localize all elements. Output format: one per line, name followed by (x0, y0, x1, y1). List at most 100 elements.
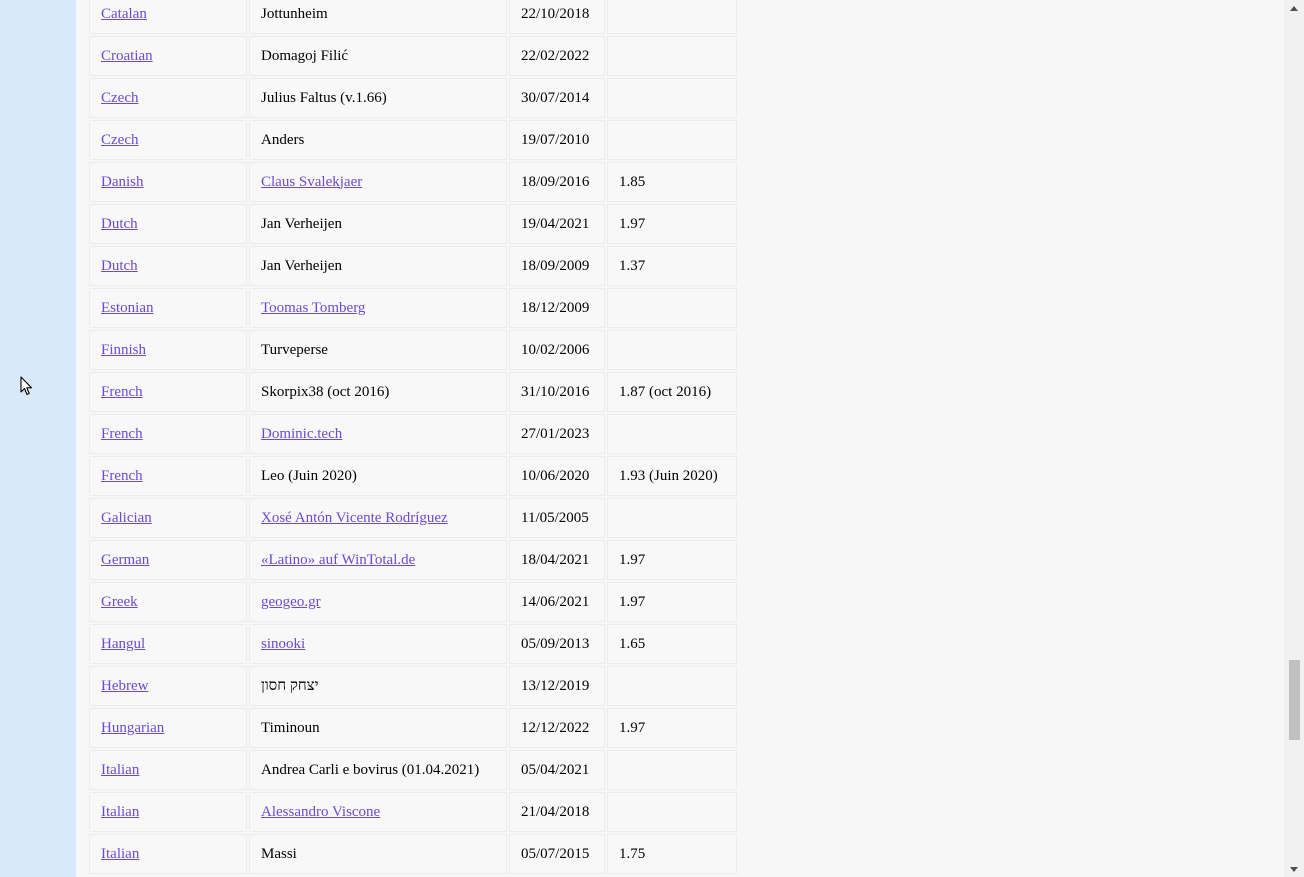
language-link[interactable]: Danish (101, 174, 144, 190)
translator-cell: Toomas Tomberg (249, 288, 507, 328)
language-link[interactable]: Italian (101, 846, 139, 862)
language-link[interactable]: Czech (101, 90, 138, 106)
translator-link[interactable]: Alessandro Viscone (261, 804, 380, 820)
language-link[interactable]: Finnish (101, 342, 146, 358)
date-cell: 18/12/2009 (509, 288, 605, 328)
table-row: Finnish Turveperse 10/02/2006 (89, 330, 737, 370)
date-cell: 21/04/2018 (509, 792, 605, 832)
table-row: Galician Xosé Antón Vicente Rodríguez 11/0… (89, 498, 737, 538)
version-cell: 1.97 (607, 582, 737, 622)
language-link[interactable]: French (101, 468, 143, 484)
mouse-pointer-icon (20, 376, 33, 396)
language-link[interactable]: Hungarian (101, 720, 164, 736)
translator-cell: Turveperse (249, 330, 507, 370)
language-link[interactable]: French (101, 426, 143, 442)
table-row: Croatian Domagoj Filić 22/02/2022 (89, 36, 737, 76)
table-row: French Skorpix38 (oct 2016) 31/10/2016 1.87… (89, 372, 737, 412)
version-cell: 1.37 (607, 246, 737, 286)
translator-name: Julius Faltus (v.1.66) (261, 89, 387, 106)
language-link[interactable]: Dutch (101, 258, 138, 274)
language-cell: Italian (89, 750, 247, 790)
version-cell: 1.85 (607, 162, 737, 202)
table-row: Estonian Toomas Tomberg 18/12/2009 (89, 288, 737, 328)
translator-link[interactable]: Toomas Tomberg (261, 300, 365, 316)
version-cell (607, 78, 737, 118)
version-cell: 1.65 (607, 624, 737, 664)
version-cell: 1.75 (607, 834, 737, 874)
translator-link[interactable]: Dominic.tech (261, 426, 342, 442)
left-sidebar-strip (0, 0, 76, 877)
date-cell: 22/10/2018 (509, 0, 605, 34)
scroll-down-arrow-icon[interactable] (1284, 861, 1304, 877)
date-cell: 12/12/2022 (509, 708, 605, 748)
language-link[interactable]: Galician (101, 510, 152, 526)
language-link[interactable]: Hangul (101, 636, 145, 652)
language-cell: Galician (89, 498, 247, 538)
language-link[interactable]: French (101, 384, 143, 400)
table-row: Dutch Jan Verheijen 19/04/2021 1.97 (89, 204, 737, 244)
language-link[interactable]: Czech (101, 132, 138, 148)
language-cell: Catalan (89, 0, 247, 34)
date-cell: 31/10/2016 (509, 372, 605, 412)
scroll-up-arrow-icon[interactable] (1284, 0, 1304, 16)
translator-name: Jan Verheijen (261, 257, 342, 274)
translator-name: Leo (Juin 2020) (261, 467, 357, 484)
date-cell: 13/12/2019 (509, 666, 605, 706)
language-cell: Croatian (89, 36, 247, 76)
translator-link[interactable]: Xosé Antón Vicente Rodríguez (261, 510, 448, 526)
translator-cell: Claus Svalekjaer (249, 162, 507, 202)
version-cell (607, 498, 737, 538)
version-cell (607, 0, 737, 34)
language-cell: German (89, 540, 247, 580)
translator-link[interactable]: geogeo.gr (261, 594, 321, 610)
translator-cell: Andrea Carli e bovirus (01.04.2021) (249, 750, 507, 790)
table-row: Italian Massi 05/07/2015 1.75 (89, 834, 737, 874)
language-link[interactable]: Italian (101, 762, 139, 778)
translator-cell: Alessandro Viscone (249, 792, 507, 832)
translator-link[interactable]: «Latino» auf WinTotal.de (261, 552, 415, 568)
table-row: Hebrew יצחק חסון 13/12/2019 (89, 666, 737, 706)
language-link[interactable]: Greek (101, 594, 138, 610)
version-cell (607, 36, 737, 76)
translator-link[interactable]: Claus Svalekjaer (261, 174, 362, 190)
table-row: Czech Anders 19/07/2010 (89, 120, 737, 160)
language-cell: Finnish (89, 330, 247, 370)
version-cell (607, 288, 737, 328)
translator-cell: Massi (249, 834, 507, 874)
translator-name: Massi (261, 845, 297, 862)
language-cell: Czech (89, 120, 247, 160)
table-row: Dutch Jan Verheijen 18/09/2009 1.37 (89, 246, 737, 286)
language-link[interactable]: Croatian (101, 48, 153, 64)
translator-name: Jottunheim (261, 5, 328, 22)
table-row: Catalan Jottunheim 22/10/2018 (89, 0, 737, 34)
translator-cell: sinooki (249, 624, 507, 664)
language-link[interactable]: Hebrew (101, 678, 148, 694)
date-cell: 10/06/2020 (509, 456, 605, 496)
language-link[interactable]: German (101, 552, 149, 568)
date-cell: 19/07/2010 (509, 120, 605, 160)
main-content: Catalan Jottunheim 22/10/2018 Croatian Domag… (76, 0, 1284, 877)
table-row: Italian Alessandro Viscone 21/04/2018 (89, 792, 737, 832)
date-cell: 11/05/2005 (509, 498, 605, 538)
date-cell: 18/04/2021 (509, 540, 605, 580)
translator-cell: יצחק חסון (249, 666, 507, 706)
translator-cell: «Latino» auf WinTotal.de (249, 540, 507, 580)
translator-cell: Dominic.tech (249, 414, 507, 454)
language-cell: Hebrew (89, 666, 247, 706)
date-cell: 05/04/2021 (509, 750, 605, 790)
scrollbar-thumb[interactable] (1289, 660, 1300, 740)
translator-name: Domagoj Filić (261, 47, 349, 64)
translator-cell: Jan Verheijen (249, 246, 507, 286)
translator-link[interactable]: sinooki (261, 636, 305, 652)
version-cell (607, 792, 737, 832)
table-row: Italian Andrea Carli e bovirus (01.04.202… (89, 750, 737, 790)
date-cell: 05/09/2013 (509, 624, 605, 664)
vertical-scrollbar[interactable] (1284, 0, 1304, 877)
language-link[interactable]: Dutch (101, 216, 138, 232)
language-link[interactable]: Catalan (101, 6, 147, 22)
language-link[interactable]: Italian (101, 804, 139, 820)
language-cell: Danish (89, 162, 247, 202)
language-cell: Estonian (89, 288, 247, 328)
language-link[interactable]: Estonian (101, 300, 154, 316)
translator-name: Jan Verheijen (261, 215, 342, 232)
